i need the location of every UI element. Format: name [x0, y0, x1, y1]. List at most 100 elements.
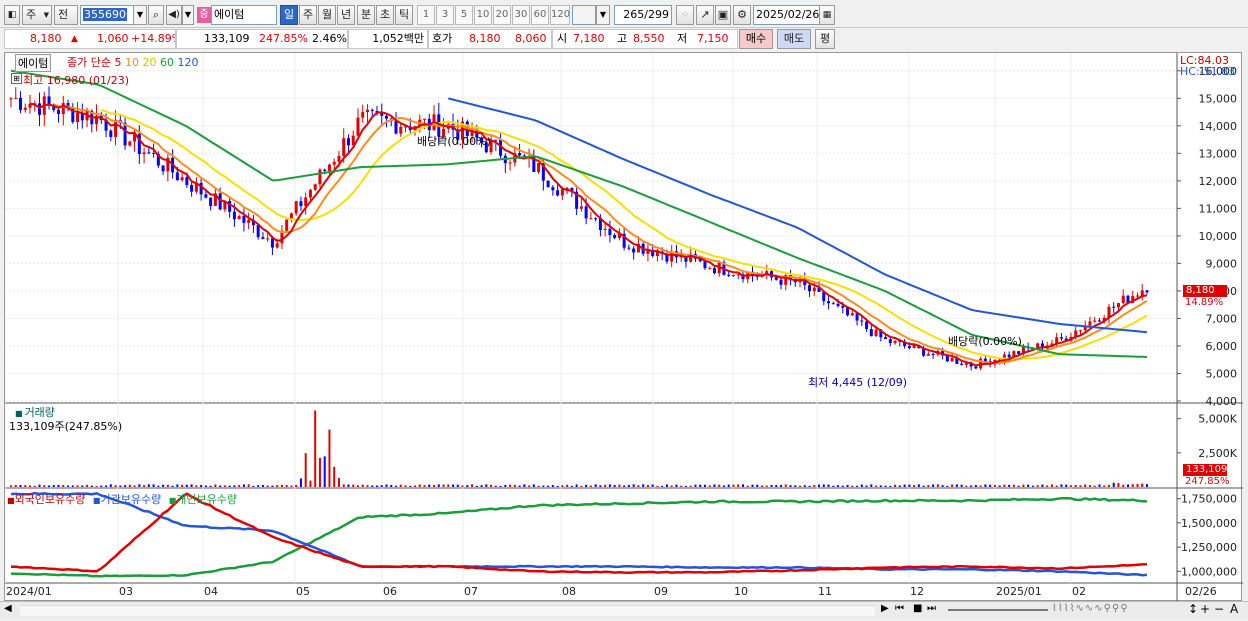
- volume-bar: [765, 485, 768, 487]
- play-icon[interactable]: ▶: [881, 603, 889, 614]
- tool-icons[interactable]: ⌇⌇⌇⌇∿∿∿⚲⚲⚲: [1052, 603, 1129, 614]
- eval-button[interactable]: 평: [815, 29, 835, 49]
- period-day[interactable]: 일: [280, 5, 298, 25]
- volume-bar: [352, 484, 355, 487]
- volume-bar: [404, 485, 407, 487]
- code-input[interactable]: 355690: [80, 5, 134, 25]
- volume-bar: [518, 485, 521, 487]
- candle: [537, 163, 541, 172]
- chart-area[interactable]: 16,000 15,000 14,000 13,000 12,000 11,000 10,0…: [4, 52, 1243, 602]
- candle: [237, 216, 241, 220]
- candle: [76, 112, 80, 123]
- y-tick-label: 13,000: [1199, 147, 1238, 160]
- scroll-left-icon[interactable]: ◀: [4, 603, 12, 614]
- search-icon[interactable]: ⌕: [148, 5, 164, 25]
- stop-icon[interactable]: ■: [913, 603, 922, 614]
- volume-bar: [461, 485, 464, 487]
- panel-toggle-icon[interactable]: ◧: [4, 5, 20, 25]
- stock-name-field[interactable]: 에이텀: [211, 5, 277, 25]
- minute-5[interactable]: 5: [455, 5, 473, 25]
- volume-bar: [238, 485, 241, 487]
- candle: [1145, 290, 1149, 293]
- candle: [907, 346, 911, 348]
- volume-bar: [280, 484, 283, 487]
- candle: [850, 313, 854, 316]
- minus-icon[interactable]: −: [1214, 602, 1224, 616]
- candle: [508, 162, 512, 164]
- period-tick[interactable]: 틱: [395, 5, 413, 25]
- jeon-select[interactable]: 전: [54, 5, 78, 25]
- candle: [356, 117, 360, 136]
- expand-icon[interactable]: ⊞: [11, 73, 22, 84]
- candle: [884, 337, 888, 340]
- candle: [551, 187, 555, 191]
- forward-icon[interactable]: ⏭: [927, 603, 936, 614]
- minute-1[interactable]: 1: [417, 5, 435, 25]
- volume-bar: [29, 485, 32, 487]
- minute-20[interactable]: 20: [493, 5, 511, 25]
- scroll-track[interactable]: [20, 605, 875, 616]
- date-field[interactable]: 2025/02/26: [753, 5, 823, 25]
- buy-button[interactable]: 매수: [739, 29, 773, 49]
- period-minute[interactable]: 분: [357, 5, 375, 25]
- volume-bar: [856, 485, 859, 487]
- volume-bar: [1146, 484, 1148, 487]
- grid-icon[interactable]: ⁘: [676, 5, 694, 25]
- rewind-icon[interactable]: ⏮: [895, 603, 904, 614]
- hc-label: HC:-51.83: [1180, 65, 1236, 78]
- volume-bar: [608, 484, 611, 487]
- chart-svg[interactable]: 16,00015,00014,00013,00012,00011,00010,0…: [5, 53, 1243, 602]
- individual-line: [10, 496, 1148, 578]
- volume-bar: [485, 484, 488, 487]
- ma60-label: 60: [159, 56, 174, 69]
- zoom-in-icon[interactable]: ↕: [1188, 602, 1198, 616]
- calendar-icon[interactable]: ▦: [819, 5, 835, 25]
- save-icon[interactable]: ▣: [715, 5, 731, 25]
- candle: [727, 274, 731, 276]
- period-month[interactable]: 월: [318, 5, 336, 25]
- toolbar: ◧ 주 ▼ 전 355690 ▼ ⌕ ◀) ▼ 증 에이텀 일 주 월 년 분 초…: [0, 0, 1248, 28]
- speaker-icon[interactable]: ◀): [166, 5, 182, 25]
- gear-icon[interactable]: ⚙: [733, 5, 751, 25]
- minute-10[interactable]: 10: [474, 5, 492, 25]
- custom-period-input[interactable]: [572, 5, 596, 25]
- volume-bar: [390, 484, 393, 487]
- minute-60[interactable]: 60: [531, 5, 549, 25]
- volume-bar: [228, 485, 231, 487]
- period-second[interactable]: 초: [376, 5, 394, 25]
- volume-bar: [784, 484, 787, 487]
- scroll-bar[interactable]: ◀ ▶ ⏮ ■ ⏭ ⌇⌇⌇⌇∿∿∿⚲⚲⚲ ↕ + − A: [0, 601, 1248, 619]
- candle: [712, 268, 716, 274]
- ma120-line: [448, 97, 1148, 334]
- volume-bar: [927, 485, 930, 487]
- volume-bar: [299, 478, 302, 487]
- minute-3[interactable]: 3: [436, 5, 454, 25]
- font-size-icon[interactable]: A: [1230, 602, 1238, 616]
- volume-bar: [1112, 482, 1115, 487]
- volume-bar: [494, 485, 497, 487]
- custom-period-dropdown[interactable]: ▼: [596, 5, 610, 25]
- period-week[interactable]: 주: [299, 5, 317, 25]
- volume-bar: [452, 484, 455, 487]
- volume-bar: [680, 485, 683, 487]
- volume-bar: [95, 485, 98, 487]
- draw-icon[interactable]: ↗: [696, 5, 714, 25]
- count-field[interactable]: 265/299: [614, 5, 672, 25]
- volume-bar: [200, 485, 203, 487]
- sell-button[interactable]: 매도: [777, 29, 811, 49]
- x-tick-label: 11: [818, 585, 832, 598]
- minute-120[interactable]: 120: [550, 5, 570, 25]
- hoga-label: 호가: [432, 32, 453, 45]
- candle: [327, 164, 331, 171]
- volume-bar: [1022, 484, 1025, 487]
- volume-bar: [1017, 485, 1020, 487]
- code-dropdown[interactable]: ▼: [133, 5, 147, 25]
- minute-30[interactable]: 30: [512, 5, 530, 25]
- period-year[interactable]: 년: [337, 5, 355, 25]
- zoom-slider[interactable]: [948, 609, 1048, 611]
- volume-bar: [499, 485, 502, 487]
- plus-icon[interactable]: +: [1200, 602, 1210, 616]
- speaker-dropdown[interactable]: ▼: [182, 5, 194, 25]
- type-select[interactable]: 주 ▼: [22, 5, 52, 25]
- volume-bar: [989, 484, 992, 487]
